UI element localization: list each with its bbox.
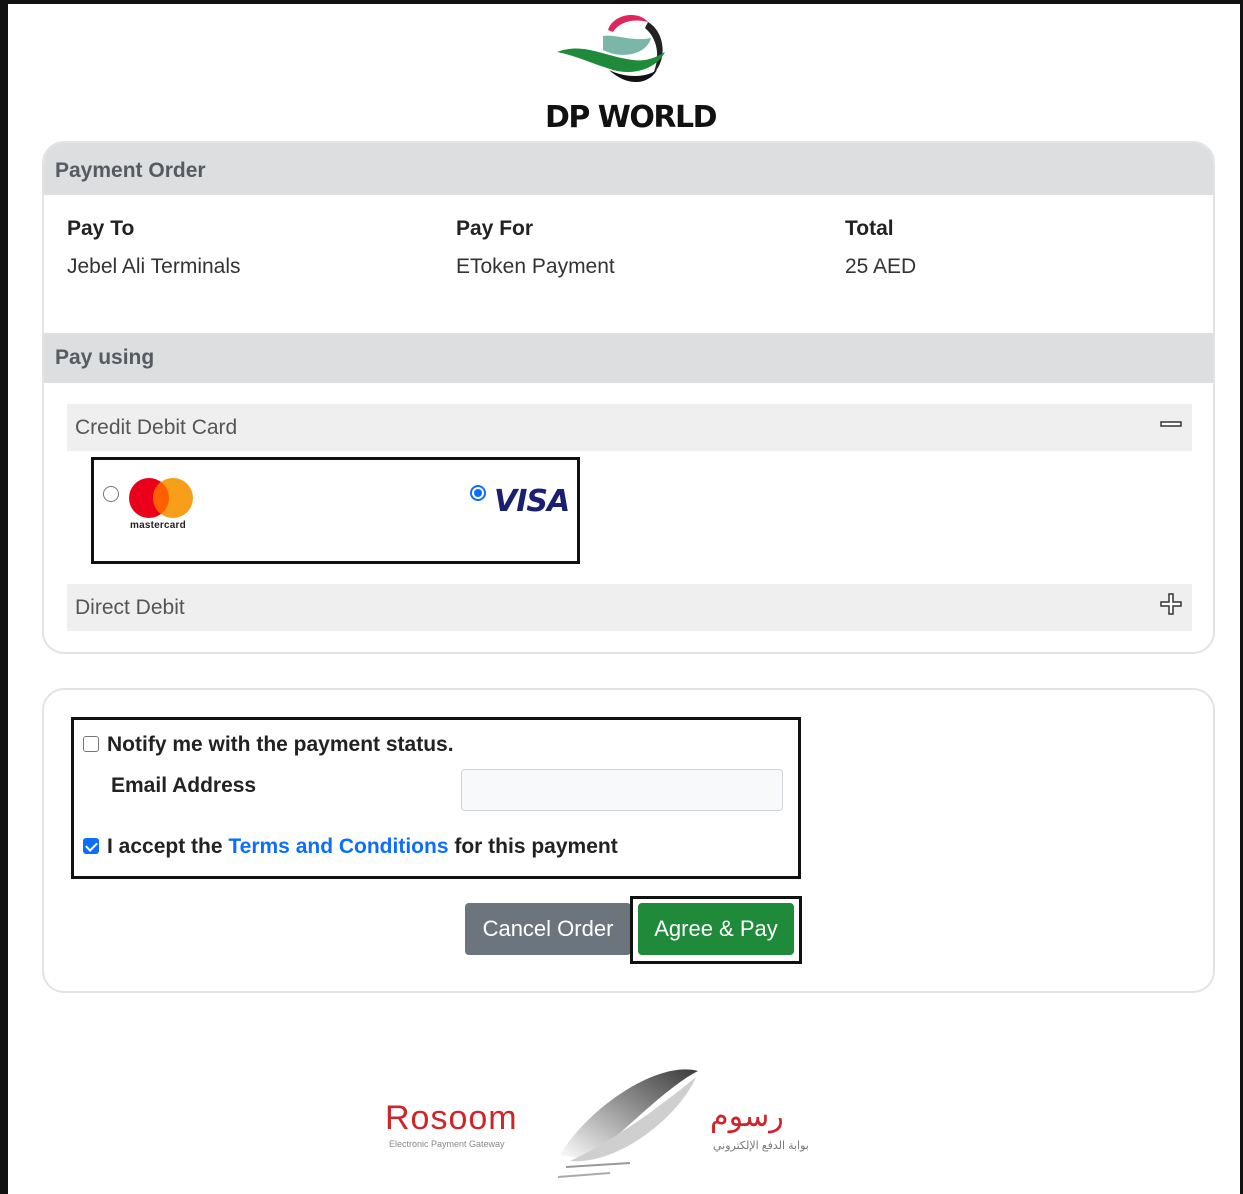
pay-using-header: Pay using [44,333,1213,383]
terms-checkbox[interactable] [83,838,99,854]
dp-world-logo: DP WORLD [533,12,728,135]
payment-order-card: Payment Order Pay To Jebel Ali Terminals… [42,141,1215,654]
rosoom-arabic-text: رسوم [710,1100,784,1133]
pay-for-column: Pay For EToken Payment [456,217,615,279]
pay-for-value: EToken Payment [456,255,615,278]
total-column: Total 25 AED [845,217,916,279]
card-brand-options: mastercard VISA [91,457,580,564]
credit-debit-card-label: Credit Debit Card [75,416,238,439]
terms-suffix: for this payment [448,835,618,858]
cancel-order-button[interactable]: Cancel Order [465,903,631,955]
total-label: Total [845,217,894,240]
credit-debit-card-accordion[interactable]: Credit Debit Card [67,404,1192,451]
notify-checkbox[interactable] [83,736,99,752]
mastercard-logo-icon [129,478,193,518]
terms-line: I accept the Terms and Conditions for th… [107,835,618,859]
pay-for-label: Pay For [456,217,534,240]
dp-world-swoosh-icon [557,15,665,83]
email-address-input[interactable] [461,769,783,811]
notification-section: Notify me with the payment status. Email… [71,717,801,879]
pay-to-label: Pay To [67,217,135,240]
mastercard-text: mastercard [130,520,186,531]
confirmation-card: Notify me with the payment status. Email… [42,688,1215,993]
pay-to-column: Pay To Jebel Ali Terminals [67,217,241,279]
plus-icon[interactable] [1160,584,1182,628]
terms-and-conditions-link[interactable]: Terms and Conditions [228,835,448,858]
direct-debit-accordion[interactable]: Direct Debit [67,584,1192,631]
payment-order-header: Payment Order [44,143,1213,195]
rosoom-swoosh-icon [557,1069,698,1178]
visa-logo: VISA [494,484,570,519]
rosoom-logo: Rosoom Electronic Payment Gateway رسوم ب… [385,1065,860,1190]
agree-pay-highlight: Agree & Pay [630,896,802,964]
rosoom-arabic-subtitle: بوابة الدفع الإلكتروني [713,1140,809,1152]
rosoom-english-text: Rosoom [385,1099,518,1137]
visa-radio[interactable] [470,485,486,501]
email-address-label: Email Address [111,774,257,797]
notify-label: Notify me with the payment status. [107,733,454,756]
minus-icon[interactable] [1160,404,1182,448]
direct-debit-label: Direct Debit [75,596,185,619]
pay-to-value: Jebel Ali Terminals [67,255,241,278]
total-value: 25 AED [845,255,917,278]
brand-name: DP WORLD [544,100,718,135]
mastercard-radio[interactable] [103,486,119,502]
terms-prefix: I accept the [107,835,229,858]
agree-and-pay-button[interactable]: Agree & Pay [638,903,794,955]
rosoom-english-subtitle: Electronic Payment Gateway [389,1139,505,1149]
